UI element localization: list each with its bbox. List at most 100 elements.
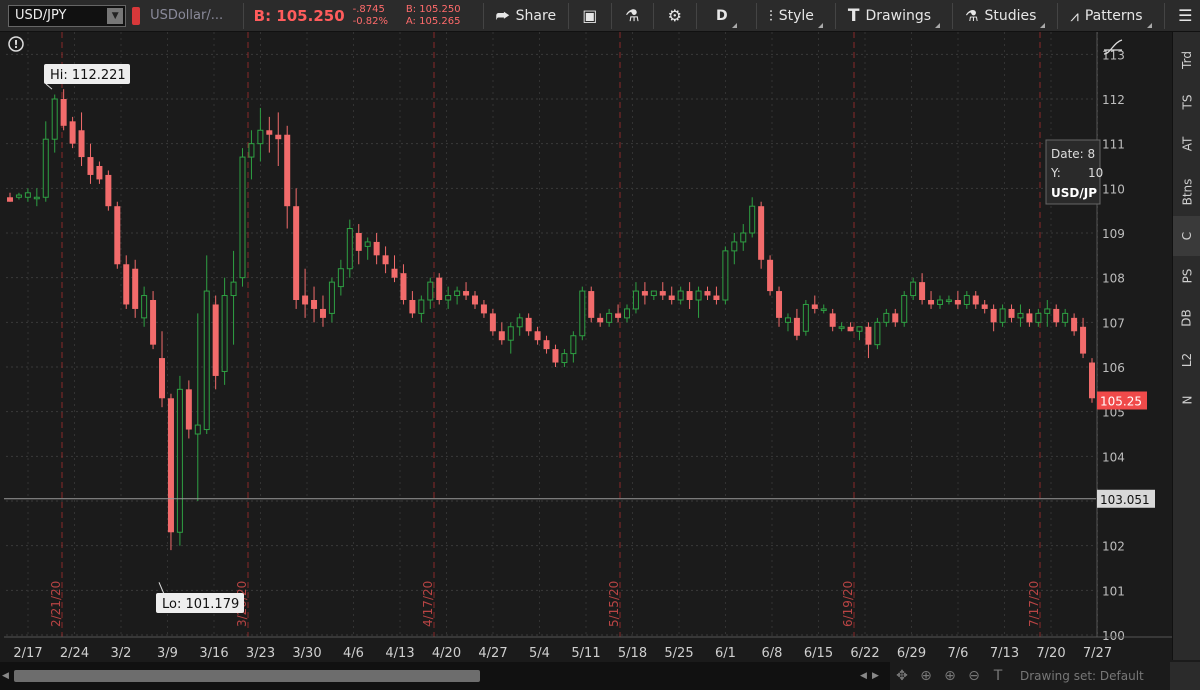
candle-body-down	[319, 308, 326, 318]
sidebar-item-db[interactable]: DB	[1173, 298, 1200, 338]
candle-body-up	[579, 290, 586, 337]
gear-icon[interactable]: ⚙	[660, 0, 690, 32]
sidebar-item-l2[interactable]: L2	[1173, 340, 1200, 380]
pan-icon[interactable]: ✥	[890, 668, 914, 684]
candle-body-up	[418, 299, 425, 314]
price-chart[interactable]: 2/21/203/20/204/17/205/15/206/19/207/17/…	[4, 32, 1172, 662]
candle-body-down	[266, 130, 273, 135]
flask-icon: ⚗	[965, 6, 979, 25]
zoom-out-icon[interactable]: ⊖	[962, 668, 986, 684]
candle-body-up	[624, 308, 631, 319]
candle-body-up	[731, 241, 738, 252]
axis-layer: 1001011021031041051061071081091101111121…	[4, 32, 1172, 661]
candle-body-down	[981, 304, 988, 309]
scroll-thumb[interactable]	[14, 670, 480, 682]
chevron-down-icon[interactable]: ▼	[107, 7, 124, 24]
candle-body-down	[60, 99, 67, 126]
bid-ask-block: B: 105.250 A: 105.265	[406, 4, 477, 28]
candle-body-down	[123, 264, 130, 305]
candle-body-up	[838, 326, 845, 329]
candle-body-up	[194, 424, 201, 435]
menu-icon[interactable]: ☰	[1171, 0, 1200, 32]
tooltip-date: Date: 8	[1051, 147, 1095, 161]
sidebar-item-ps[interactable]: PS	[1173, 256, 1200, 296]
candle-body-down	[436, 277, 443, 300]
share-button[interactable]: ⮫ Share	[490, 0, 562, 32]
flask-icon[interactable]: ⚗	[618, 0, 648, 32]
lo-leader-line	[158, 582, 165, 595]
candle-body-down	[212, 304, 219, 376]
sidebar-item-at[interactable]: AT	[1173, 124, 1200, 164]
y-tick-label: 108	[1102, 272, 1125, 286]
candle-body-down	[275, 134, 282, 140]
toolbar-divider	[1057, 2, 1059, 29]
candle-body-down	[865, 326, 872, 345]
candle-body-down	[480, 304, 487, 314]
x-tick-label: 4/13	[385, 646, 414, 661]
scroll-left-icon[interactable]: ◀	[2, 671, 9, 681]
sidebar-item-ts[interactable]: TS	[1173, 82, 1200, 122]
chart-canvas[interactable]: 2/21/203/20/204/17/205/15/206/19/207/17/…	[4, 32, 1172, 662]
tooltip-y-value: 10	[1088, 166, 1103, 180]
sidebar-item-label: Trd	[1180, 51, 1194, 69]
candle-body-up	[632, 290, 639, 310]
tooltip-y-label: Y:	[1050, 166, 1061, 180]
candle-body-down	[284, 134, 291, 207]
scroll-left-icon[interactable]: ◀	[860, 671, 867, 681]
candle-body-up	[364, 241, 371, 247]
candle-body-down	[588, 291, 595, 318]
candle-body-up	[936, 299, 943, 305]
y-tick-label: 111	[1102, 138, 1125, 152]
studies-button[interactable]: ⚗ Studies	[959, 0, 1051, 32]
candle-body-down	[713, 295, 720, 300]
candle-body-down	[78, 130, 85, 158]
candle-layer	[7, 89, 1095, 551]
candle-body-down	[776, 291, 783, 318]
sidebar-item-n[interactable]: N	[1173, 380, 1200, 420]
candle-body-down	[132, 268, 139, 309]
patterns-button[interactable]: ⩘ Patterns	[1064, 0, 1157, 32]
drawing-set-label[interactable]: Drawing set: Default	[1020, 669, 1144, 683]
symbol-flag-icon[interactable]	[132, 6, 141, 25]
candle-body-up	[1017, 312, 1024, 319]
y-tick-label: 107	[1102, 316, 1125, 330]
corner-triangle-icon	[1146, 22, 1152, 28]
candle-body-down	[1026, 313, 1033, 323]
candle-body-up	[33, 196, 40, 200]
drawings-button[interactable]: T Drawings	[842, 0, 946, 32]
candle-body-down	[382, 255, 389, 265]
scroll-right-icon[interactable]: ▶	[872, 671, 879, 681]
candle-body-up	[695, 290, 702, 301]
text-tool-icon[interactable]: T	[986, 668, 1010, 684]
symbol-selector[interactable]: USD/JPY ▼	[8, 4, 127, 27]
corner-box	[1170, 662, 1200, 690]
candle-body-down	[463, 291, 470, 296]
crosshair-icon[interactable]: ⊕	[914, 668, 938, 684]
corner-triangle-icon	[935, 22, 941, 28]
candle-body-up	[427, 281, 434, 301]
sidebar-item-c[interactable]: C	[1173, 216, 1200, 256]
corner-triangle-icon	[1040, 22, 1046, 28]
sidebar-item-btns[interactable]: Btns	[1173, 168, 1200, 216]
lo-label: Lo: 101.179	[162, 597, 239, 612]
toolbar-divider	[610, 2, 612, 29]
candle-body-down	[1089, 362, 1095, 399]
candle-body-down	[704, 291, 711, 296]
style-button[interactable]: ⫶ Style	[763, 0, 829, 32]
sidebar-item-label: C	[1179, 231, 1194, 241]
top-toolbar: USD/JPY ▼ USDollar/... B: 105.250 -.8745…	[0, 0, 1200, 32]
sidebar-item-trd[interactable]: Trd	[1173, 40, 1200, 80]
horizontal-scrollbar[interactable]: ◀ ◀ ▶	[0, 662, 890, 690]
period-button[interactable]: D	[703, 0, 750, 32]
y-tick-label: 106	[1102, 361, 1125, 375]
corner-triangle-icon	[731, 22, 737, 28]
alert-box-icon[interactable]: ▣	[575, 0, 605, 32]
zoom-in-icon[interactable]: ⊕	[938, 668, 962, 684]
period-marker-label: 7/17/20	[1027, 581, 1041, 627]
bottom-toolbar: ✥ ⊕ ⊕ ⊖ T Drawing set: Default	[890, 662, 1200, 690]
candle-body-down	[552, 349, 559, 363]
candle-body-down	[185, 389, 192, 430]
candle-body-up	[883, 312, 890, 323]
candle-body-up	[221, 295, 228, 372]
candle-body-down	[972, 295, 979, 305]
